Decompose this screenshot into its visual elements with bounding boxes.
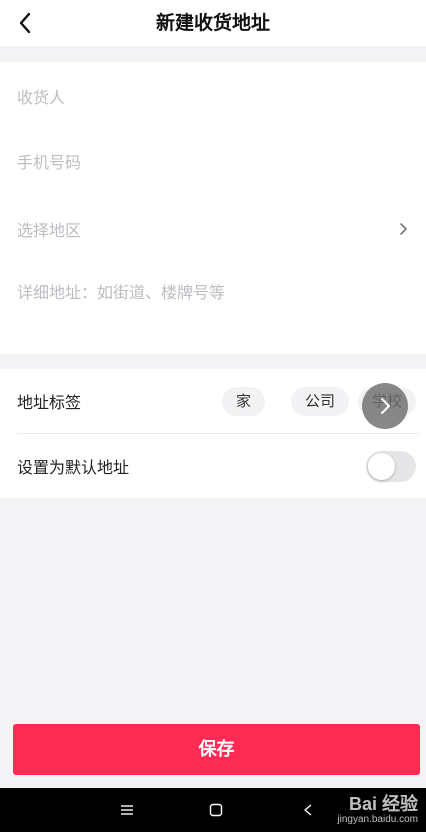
default-address-toggle[interactable] [366, 451, 416, 482]
detail-address-input[interactable]: 详细地址：如街道、楼牌号等 [17, 271, 409, 311]
recipient-input[interactable]: 收货人 [17, 76, 409, 116]
recipient-placeholder: 收货人 [17, 88, 66, 107]
default-address-row: 设置为默认地址 [17, 434, 426, 498]
back-nav-button[interactable] [296, 798, 320, 822]
tag-company[interactable]: 公司 [291, 387, 350, 416]
scroll-hint-button[interactable] [362, 383, 408, 429]
baidu-jingyan-watermark: Bai 经验 jingyan.baidu.com [337, 788, 418, 832]
region-placeholder: 选择地区 [17, 221, 82, 240]
menu-nav-button[interactable] [115, 798, 139, 822]
detail-address-placeholder: 详细地址：如街道、楼牌号等 [17, 283, 226, 302]
home-nav-button[interactable] [204, 798, 228, 822]
page-title: 新建收货地址 [155, 12, 270, 34]
phone-placeholder: 手机号码 [17, 153, 82, 172]
toggle-knob [368, 453, 395, 480]
watermark-logo: Bai 经验 [348, 794, 418, 814]
address-options: 地址标签 家 公司 学校 设置为默认地址 [0, 369, 426, 498]
tag-home[interactable]: 家 [222, 387, 266, 416]
home-square-icon [209, 803, 223, 817]
chevron-right-icon [397, 221, 409, 237]
phone-input[interactable]: 手机号码 [17, 141, 409, 181]
watermark-url: jingyan.baidu.com [337, 814, 418, 825]
triangle-back-icon [304, 804, 312, 816]
top-app-bar: 新建收货地址 [0, 0, 426, 46]
save-button[interactable]: 保存 [13, 724, 420, 775]
address-tag-label: 地址标签 [17, 393, 82, 412]
default-address-label: 设置为默认地址 [17, 458, 130, 477]
system-navigation-bar: Bai 经验 jingyan.baidu.com [0, 788, 426, 832]
chevron-right-icon [381, 398, 390, 414]
menu-icon [121, 805, 133, 815]
address-form: 收货人 手机号码 选择地区 详细地址：如街道、楼牌号等 [0, 62, 426, 354]
region-selector[interactable]: 选择地区 [17, 209, 409, 249]
